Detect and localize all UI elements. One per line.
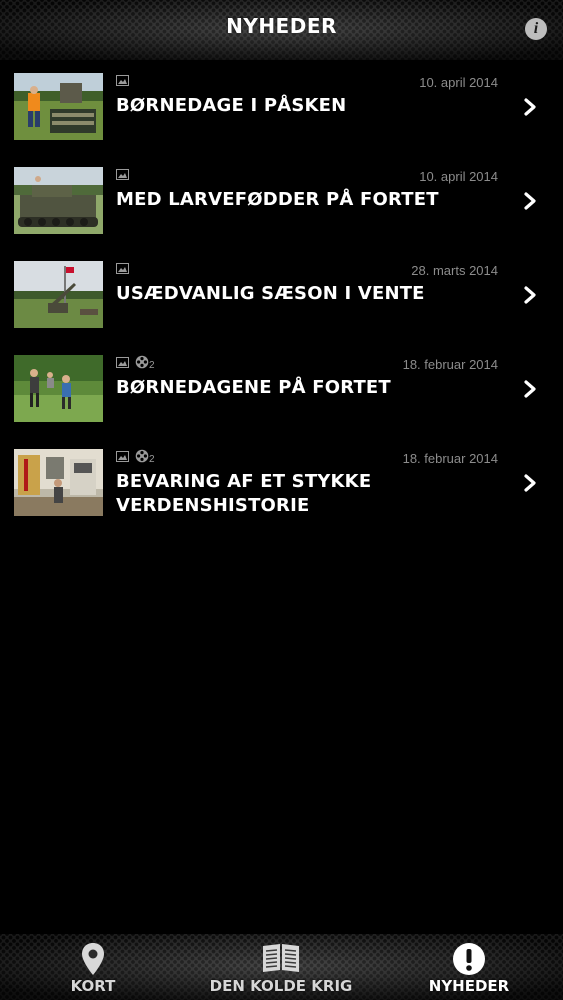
- news-title: MED LARVEFØDDER PÅ FORTET: [116, 189, 439, 210]
- tab-label: DEN KOLDE KRIG: [209, 977, 353, 995]
- news-date: 10. april 2014: [419, 169, 498, 184]
- news-item[interactable]: 2 18. februar 2014 BEVARING AF ET STYKKE…: [0, 436, 563, 530]
- page-title: NYHEDER: [226, 14, 337, 38]
- news-item[interactable]: 10. april 2014 BØRNEDAGE I PÅSKEN: [0, 60, 563, 154]
- news-thumbnail: [14, 167, 103, 234]
- chevron-right-icon: [524, 192, 536, 210]
- news-item[interactable]: 10. april 2014 MED LARVEFØDDER PÅ FORTET: [0, 154, 563, 248]
- film-reel-icon: [135, 355, 149, 369]
- media-indicators: [116, 260, 129, 276]
- news-date: 10. april 2014: [419, 75, 498, 90]
- news-date: 28. marts 2014: [411, 263, 498, 278]
- news-thumbnail: [14, 261, 103, 328]
- chevron-right-icon: [524, 286, 536, 304]
- media-indicators: 2: [116, 448, 155, 465]
- tab-kort[interactable]: KORT: [30, 934, 156, 1000]
- info-button[interactable]: i: [525, 18, 547, 40]
- media-indicators: 2: [116, 354, 155, 371]
- news-item[interactable]: 28. marts 2014 USÆDVANLIG SÆSON I VENTE: [0, 248, 563, 342]
- media-indicators: [116, 166, 129, 182]
- tab-den-kolde-krig[interactable]: DEN KOLDE KRIG: [190, 934, 372, 1000]
- chevron-right-icon: [524, 474, 536, 492]
- film-reel-icon: [135, 449, 149, 463]
- image-icon: [116, 356, 129, 368]
- news-date: 18. februar 2014: [402, 451, 498, 466]
- tab-label: NYHEDER: [428, 977, 510, 995]
- tab-label: KORT: [70, 977, 116, 995]
- image-icon: [116, 450, 129, 462]
- book-icon: [263, 944, 299, 972]
- image-icon: [116, 168, 129, 180]
- exclamation-icon: [453, 943, 485, 975]
- news-list: 10. april 2014 BØRNEDAGE I PÅSKEN 10. ap…: [0, 60, 563, 530]
- news-date: 18. februar 2014: [402, 357, 498, 372]
- media-indicators: [116, 72, 129, 88]
- news-title: BØRNEDAGE I PÅSKEN: [116, 95, 347, 116]
- image-icon: [116, 262, 129, 274]
- chevron-right-icon: [524, 380, 536, 398]
- news-item[interactable]: 2 18. februar 2014 BØRNEDAGENE PÅ FORTET: [0, 342, 563, 436]
- news-title: BEVARING AF ET STYKKE VERDENSHISTORIE: [116, 471, 372, 516]
- news-title: BØRNEDAGENE PÅ FORTET: [116, 377, 391, 398]
- tab-nyheder[interactable]: NYHEDER: [412, 934, 526, 1000]
- header-bar: NYHEDER i: [0, 0, 563, 60]
- map-pin-icon: [82, 943, 104, 975]
- image-icon: [116, 74, 129, 86]
- video-count: 2: [149, 359, 155, 371]
- chevron-right-icon: [524, 98, 536, 116]
- news-thumbnail: [14, 449, 103, 516]
- news-title: USÆDVANLIG SÆSON I VENTE: [116, 283, 425, 304]
- news-thumbnail: [14, 355, 103, 422]
- video-count: 2: [149, 453, 155, 465]
- news-thumbnail: [14, 73, 103, 140]
- tab-bar: KORT DEN KOLDE KRIG NYHEDER: [0, 934, 563, 1000]
